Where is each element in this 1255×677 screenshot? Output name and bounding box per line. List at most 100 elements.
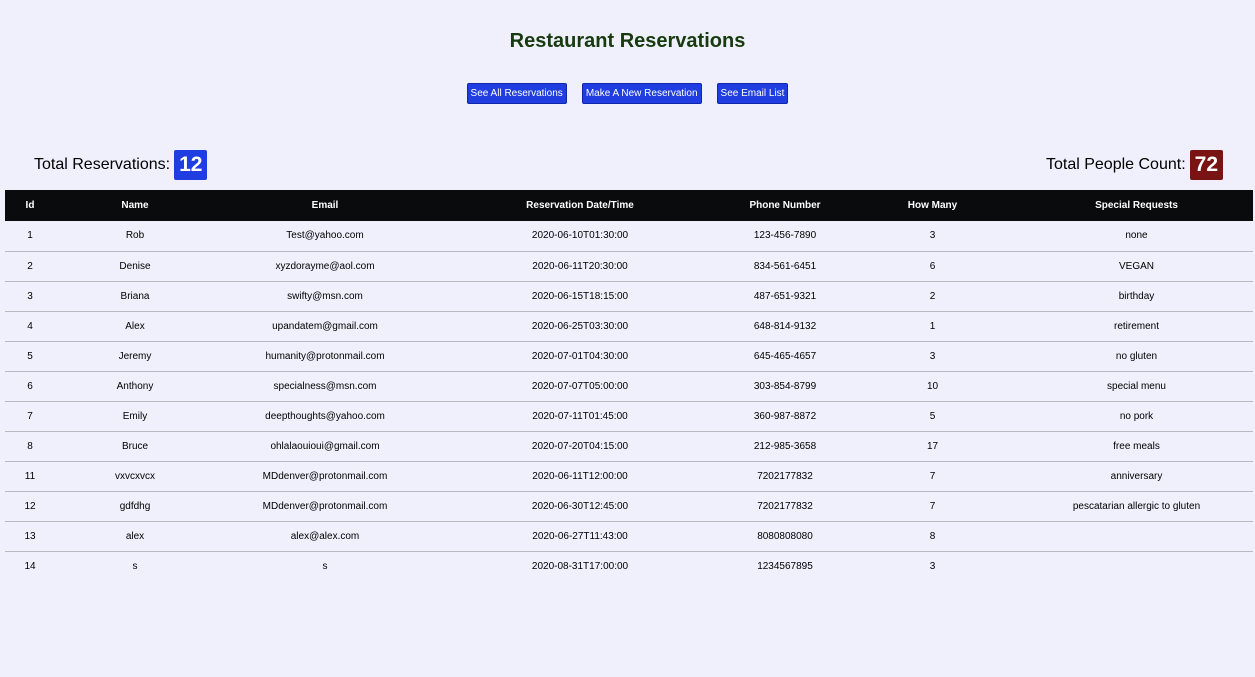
cell-phone: 645-465-4657 — [725, 341, 845, 372]
cell-name: alex — [55, 521, 215, 552]
cell-name: Briana — [55, 281, 215, 312]
cell-name: Denise — [55, 251, 215, 282]
cell-special-requests — [1020, 521, 1253, 552]
cell-phone: 7202177832 — [725, 461, 845, 492]
cell-how-many: 1 — [845, 311, 1020, 342]
cell-how-many: 2 — [845, 281, 1020, 312]
cell-id: 12 — [5, 491, 55, 522]
cell-how-many: 5 — [845, 401, 1020, 432]
cell-how-many: 3 — [845, 221, 1020, 252]
cell-datetime: 2020-07-01T04:30:00 — [435, 341, 725, 372]
column-header-special-requests: Special Requests — [1020, 190, 1253, 221]
cell-name: Anthony — [55, 371, 215, 402]
cell-datetime: 2020-07-11T01:45:00 — [435, 401, 725, 432]
cell-phone: 1234567895 — [757, 560, 813, 572]
cell-phone: 487-651-9321 — [725, 281, 845, 312]
cell-id: 11 — [5, 461, 55, 492]
cell-email: s — [322, 560, 328, 572]
cell-id: 2 — [5, 251, 55, 282]
cell-how-many: 8 — [845, 521, 1020, 552]
cell-name: Emily — [55, 401, 215, 432]
cell-email: MDdenver@protonmail.com — [215, 461, 435, 492]
cell-id: 6 — [5, 371, 55, 402]
cell-id: 14 — [24, 560, 36, 572]
column-header-phone: Phone Number — [725, 190, 845, 221]
total-people-label: Total People Count: — [1045, 156, 1186, 173]
cell-how-many: 6 — [845, 251, 1020, 282]
cell-datetime: 2020-06-25T03:30:00 — [435, 311, 725, 342]
cell-id: 4 — [5, 311, 55, 342]
cell-special-requests: anniversary — [1020, 461, 1253, 492]
column-header-datetime: Reservation Date/Time — [435, 190, 725, 221]
cell-phone: 212-985-3658 — [725, 431, 845, 462]
cell-datetime: 2020-06-11T20:30:00 — [435, 251, 725, 282]
cell-email: upandatem@gmail.com — [215, 311, 435, 342]
cell-special-requests: free meals — [1020, 431, 1253, 462]
cell-name: gdfdhg — [55, 491, 215, 522]
table-row: 8 Bruce ohlalaouioui@gmail.com 2020-07-20T0… — [5, 431, 1253, 462]
table-row: 13 alex alex@alex.com 2020-06-27T11:43:00 80… — [5, 521, 1253, 552]
cell-id: 7 — [5, 401, 55, 432]
cell-phone: 123-456-7890 — [725, 221, 845, 252]
cell-special-requests: pescatarian allergic to gluten — [1020, 491, 1253, 522]
cell-special-requests: retirement — [1020, 311, 1253, 342]
column-header-id: Id — [5, 190, 55, 221]
cell-special-requests: none — [1020, 221, 1253, 252]
see-all-reservations-button[interactable]: See All Reservations — [466, 83, 567, 104]
cell-phone: 303-854-8799 — [725, 371, 845, 402]
nav-bar: See All Reservations Make A New Reservat… — [0, 83, 1255, 104]
cell-name: s — [132, 560, 138, 572]
table-row: 12 gdfdhg MDdenver@protonmail.com 2020-06-3… — [5, 491, 1253, 522]
table-body: 1 Rob Test@yahoo.com 2020-06-10T01:30:00 123… — [5, 221, 1253, 581]
cell-special-requests: no gluten — [1020, 341, 1253, 372]
cell-name: Rob — [55, 221, 215, 252]
table-row: 14 s s 2020-08-31T17:00:00 1234567895 3 — [5, 551, 1253, 581]
make-new-reservation-button[interactable]: Make A New Reservation — [581, 83, 702, 104]
cell-email: xyzdorayme@aol.com — [215, 251, 435, 282]
cell-email: ohlalaouioui@gmail.com — [215, 431, 435, 462]
cell-datetime: 2020-06-30T12:45:00 — [435, 491, 725, 522]
total-reservations-badge: 12 — [174, 150, 208, 180]
cell-phone: 8080808080 — [725, 521, 845, 552]
cell-email: swifty@msn.com — [215, 281, 435, 312]
total-reservations-stat: Total Reservations: 12 — [34, 150, 208, 180]
page-title: Restaurant Reservations — [509, 30, 746, 52]
table-row: 3 Briana swifty@msn.com 2020-06-15T18:15:00… — [5, 281, 1253, 312]
cell-datetime: 2020-06-15T18:15:00 — [435, 281, 725, 312]
cell-special-requests — [1020, 551, 1253, 581]
cell-special-requests: VEGAN — [1020, 251, 1253, 282]
cell-how-many: 7 — [845, 461, 1020, 492]
cell-name: Alex — [55, 311, 215, 342]
cell-name: Bruce — [55, 431, 215, 462]
cell-id: 3 — [5, 281, 55, 312]
cell-name: Jeremy — [55, 341, 215, 372]
see-email-list-button[interactable]: See Email List — [716, 83, 789, 104]
table-header-row: Id Name Email Reservation Date/Time Phon… — [5, 190, 1253, 221]
cell-datetime: 2020-06-27T11:43:00 — [435, 521, 725, 552]
total-reservations-label: Total Reservations: — [34, 156, 171, 173]
column-header-how-many: How Many — [845, 190, 1020, 221]
reservations-table: Id Name Email Reservation Date/Time Phon… — [5, 190, 1253, 581]
cell-email: humanity@protonmail.com — [215, 341, 435, 372]
cell-email: alex@alex.com — [215, 521, 435, 552]
cell-email: MDdenver@protonmail.com — [215, 491, 435, 522]
cell-email: deepthoughts@yahoo.com — [215, 401, 435, 432]
cell-how-many: 10 — [845, 371, 1020, 402]
total-people-badge: 72 — [1189, 150, 1223, 180]
cell-id: 1 — [5, 221, 55, 252]
cell-id: 13 — [5, 521, 55, 552]
cell-datetime: 2020-08-31T17:00:00 — [531, 560, 629, 572]
table-row: 4 Alex upandatem@gmail.com 2020-06-25T03:30… — [5, 311, 1253, 342]
cell-special-requests: special menu — [1020, 371, 1253, 402]
cell-email: specialness@msn.com — [215, 371, 435, 402]
cell-name: vxvcxvcx — [55, 461, 215, 492]
cell-how-many: 3 — [845, 341, 1020, 372]
cell-datetime: 2020-07-07T05:00:00 — [435, 371, 725, 402]
table-row: 2 Denise xyzdorayme@aol.com 2020-06-11T20:3… — [5, 251, 1253, 282]
cell-how-many: 3 — [929, 560, 936, 572]
cell-datetime: 2020-06-11T12:00:00 — [435, 461, 725, 492]
cell-id: 8 — [5, 431, 55, 462]
cell-phone: 7202177832 — [725, 491, 845, 522]
table-row: 11 vxvcxvcx MDdenver@protonmail.com 2020-06… — [5, 461, 1253, 492]
table-row: 1 Rob Test@yahoo.com 2020-06-10T01:30:00 123… — [5, 221, 1253, 252]
